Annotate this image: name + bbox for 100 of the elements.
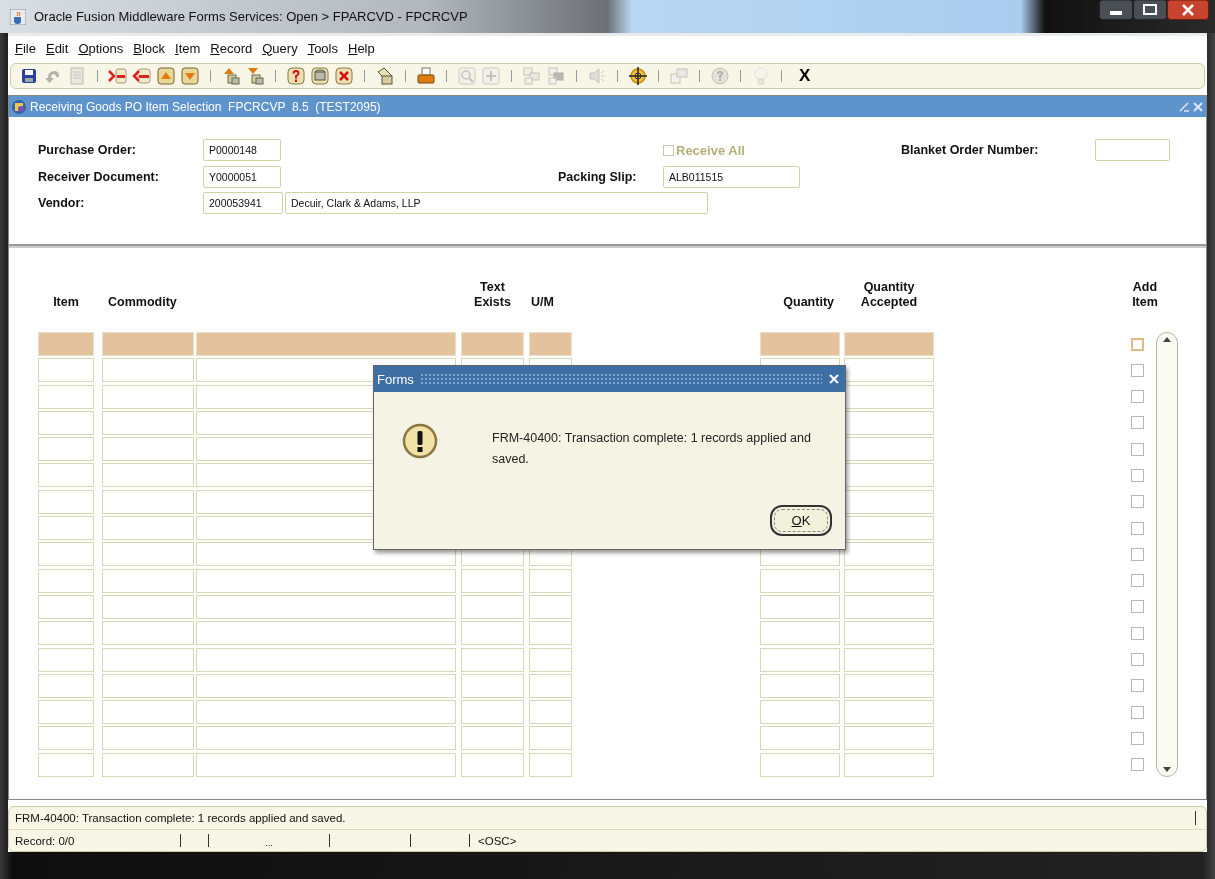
checkbox[interactable] (1131, 521, 1144, 535)
input-field[interactable] (38, 568, 94, 593)
input-field[interactable] (760, 594, 840, 619)
input-field[interactable] (529, 726, 572, 751)
checkbox[interactable] (1131, 574, 1144, 588)
input-field[interactable]: P0000148 (203, 139, 281, 161)
input-field[interactable] (529, 621, 572, 646)
stack-up-icon[interactable] (221, 66, 241, 86)
input-field[interactable] (844, 516, 934, 541)
checkbox[interactable] (1131, 705, 1144, 719)
delete-row-icon[interactable] (132, 66, 152, 86)
input-field[interactable] (102, 358, 194, 383)
input-field[interactable] (196, 621, 456, 646)
input-field[interactable] (38, 726, 94, 751)
scroll-down-icon[interactable] (1162, 765, 1172, 774)
input-field[interactable] (196, 700, 456, 725)
input-field[interactable] (844, 410, 934, 435)
input-field[interactable]: Decuir, Clark & Adams, LLP (285, 192, 708, 214)
input-field[interactable] (102, 621, 194, 646)
menu-item[interactable]: Help (343, 38, 380, 58)
input-field[interactable] (38, 489, 94, 514)
input-field[interactable] (38, 437, 94, 462)
input-field[interactable] (760, 752, 840, 777)
input-field[interactable] (196, 332, 456, 356)
input-field[interactable] (1095, 139, 1170, 161)
input-field[interactable] (760, 673, 840, 698)
menu-item[interactable]: Query (257, 38, 303, 58)
question-icon[interactable] (286, 66, 306, 86)
minimize-icon[interactable] (1099, 0, 1133, 20)
input-field[interactable] (461, 700, 524, 725)
input-field[interactable] (102, 673, 194, 698)
input-field[interactable] (461, 673, 524, 698)
input-field[interactable] (461, 647, 524, 672)
input-field[interactable] (38, 410, 94, 435)
database-icon[interactable] (310, 66, 330, 86)
scroll-up-icon[interactable] (1162, 335, 1172, 343)
exit-button[interactable]: X (796, 66, 814, 86)
input-field[interactable] (760, 332, 840, 356)
input-field[interactable] (102, 726, 194, 751)
input-field[interactable] (102, 463, 194, 488)
input-field[interactable] (38, 752, 94, 777)
input-field[interactable] (102, 410, 194, 435)
checkbox[interactable] (1131, 416, 1144, 430)
menu-item[interactable]: Block (128, 38, 170, 58)
input-field[interactable] (38, 516, 94, 541)
checkbox[interactable] (1131, 600, 1144, 614)
checkbox[interactable] (1131, 469, 1144, 482)
save-icon[interactable] (19, 66, 39, 86)
input-field[interactable] (529, 752, 572, 777)
input-field[interactable] (461, 621, 524, 646)
input-field[interactable] (461, 752, 524, 777)
input-field[interactable] (38, 384, 94, 409)
input-field[interactable] (844, 700, 934, 725)
input-field[interactable] (102, 384, 194, 409)
input-field[interactable] (38, 358, 94, 383)
input-field[interactable] (196, 726, 456, 751)
input-field[interactable] (102, 594, 194, 619)
checkbox[interactable] (1131, 626, 1144, 640)
input-field[interactable] (102, 489, 194, 514)
input-field[interactable] (461, 332, 524, 356)
checkbox[interactable] (1131, 390, 1144, 404)
insert-row-icon[interactable] (108, 66, 128, 86)
input-field[interactable] (38, 594, 94, 619)
checkbox[interactable] (1131, 442, 1144, 456)
input-field[interactable] (196, 647, 456, 672)
input-field[interactable] (844, 384, 934, 409)
input-field[interactable] (844, 489, 934, 514)
delete-icon[interactable] (334, 66, 354, 86)
input-field[interactable] (102, 700, 194, 725)
input-field[interactable] (196, 673, 456, 698)
menu-item[interactable]: Edit (40, 38, 74, 58)
input-field[interactable] (760, 647, 840, 672)
input-field[interactable] (760, 726, 840, 751)
menu-item[interactable]: Item (170, 38, 206, 58)
input-field[interactable] (760, 568, 840, 593)
menu-item[interactable]: Options (73, 38, 129, 58)
input-field[interactable] (529, 700, 572, 725)
input-field[interactable] (760, 700, 840, 725)
checkbox[interactable] (1131, 337, 1144, 351)
crosshair-icon[interactable] (628, 66, 648, 86)
input-field[interactable] (844, 542, 934, 567)
input-field[interactable] (461, 594, 524, 619)
input-field[interactable]: 200053941 (203, 192, 283, 214)
stack-down-icon[interactable] (245, 66, 265, 86)
input-field[interactable] (529, 673, 572, 698)
input-field[interactable] (102, 647, 194, 672)
input-field[interactable] (844, 358, 934, 383)
input-field[interactable] (461, 726, 524, 751)
close-icon[interactable] (1167, 0, 1209, 20)
input-field[interactable] (38, 673, 94, 698)
input-field[interactable] (529, 568, 572, 593)
ok-button[interactable]: OK (770, 505, 832, 536)
input-field[interactable] (844, 332, 934, 356)
input-field[interactable] (102, 332, 194, 356)
input-field[interactable] (844, 673, 934, 698)
input-field[interactable] (844, 752, 934, 777)
input-field[interactable] (38, 542, 94, 567)
menu-item[interactable]: Tools (302, 38, 343, 58)
restore-icon[interactable] (1178, 100, 1190, 113)
print-icon[interactable] (416, 66, 436, 86)
